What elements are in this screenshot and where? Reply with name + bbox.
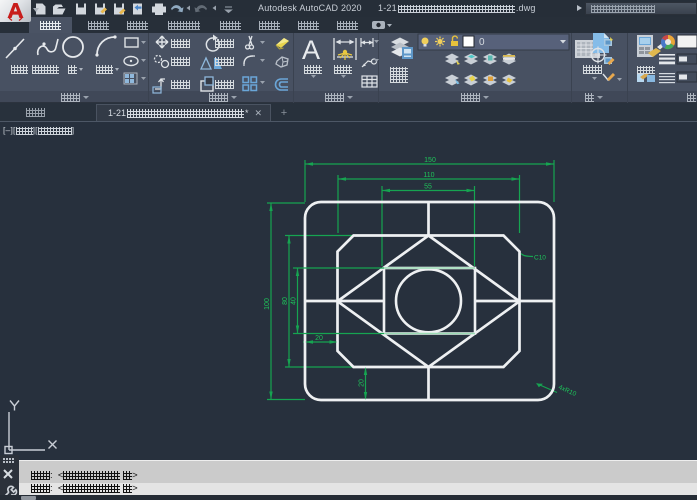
svg-text:20: 20 [359, 379, 366, 387]
svg-text:80: 80 [282, 297, 289, 305]
svg-text:20: 20 [315, 335, 323, 342]
svg-text:55: 55 [424, 184, 432, 191]
svg-text:A: A [302, 35, 320, 65]
svg-text:0: 0 [479, 37, 485, 48]
svg-text:150: 150 [424, 157, 436, 164]
svg-text:C10: C10 [534, 255, 546, 262]
svg-text:40: 40 [291, 297, 298, 305]
svg-text:4xR10: 4xR10 [557, 384, 577, 398]
svg-text:110: 110 [423, 172, 434, 179]
svg-text:100: 100 [264, 298, 271, 310]
